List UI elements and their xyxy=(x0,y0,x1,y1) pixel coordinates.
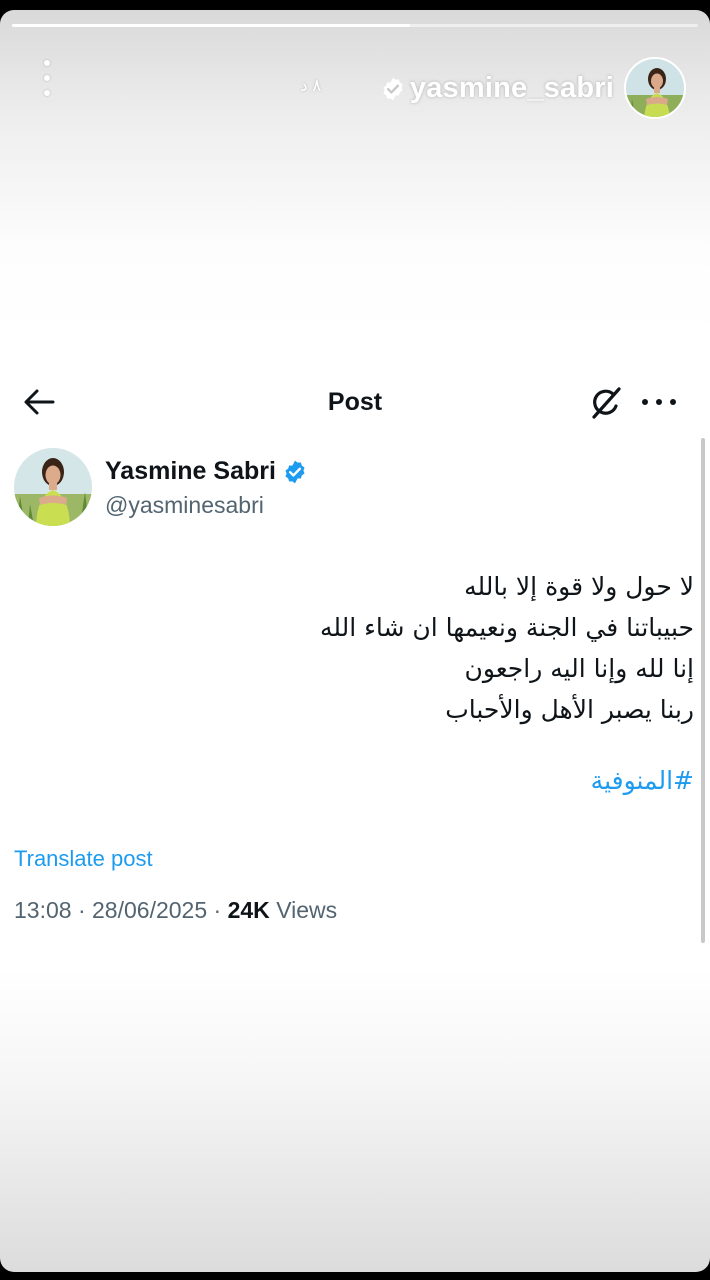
author-name-row[interactable]: Yasmine Sabri xyxy=(105,457,308,486)
story-progress-bar xyxy=(12,24,698,27)
story-time-ago: ٨ د xyxy=(300,76,322,95)
post-date: 28/06/2025 xyxy=(92,897,208,923)
post-text-line: حبيباتنا في الجنة ونعيمها ان شاء الله xyxy=(319,613,694,642)
author-avatar[interactable] xyxy=(14,448,92,526)
author-handle[interactable]: @yasminesabri xyxy=(105,492,264,519)
separator-dot: · xyxy=(77,897,93,923)
hashtag-link[interactable]: #المنوفية xyxy=(591,766,694,795)
story-username: yasmine_sabri xyxy=(409,72,614,104)
post-text: لا حول ولا قوة إلا بالله حبيباتنا في الج… xyxy=(94,566,694,730)
post-top-bar: Post xyxy=(0,370,710,434)
separator-dot: · xyxy=(213,897,228,923)
more-horizontal-icon[interactable] xyxy=(642,390,676,414)
story-avatar[interactable] xyxy=(624,57,686,119)
views-label: Views xyxy=(276,897,338,923)
post-text-line: لا حول ولا قوة إلا بالله xyxy=(464,572,694,601)
more-vertical-icon[interactable] xyxy=(36,60,58,96)
post-text-line: إنا لله وإنا اليه راجعون xyxy=(464,654,694,683)
views-count[interactable]: 24K xyxy=(228,897,270,923)
scrollbar[interactable] xyxy=(701,438,705,943)
verified-badge-icon xyxy=(282,459,308,485)
story-user[interactable]: yasmine_sabri xyxy=(380,72,614,105)
author-name: Yasmine Sabri xyxy=(105,457,276,485)
post-meta: 13:08 · 28/06/2025 · 24K Views xyxy=(14,897,337,924)
story-frame: ٨ د yasmine_sabri Post Yasmine Sabri @ya… xyxy=(0,10,710,1272)
post-text-line: ربنا يصبر الأهل والأحباب xyxy=(445,695,694,724)
story-progress-fill xyxy=(12,24,410,27)
grok-icon[interactable] xyxy=(588,386,624,420)
translate-post-link[interactable]: Translate post xyxy=(14,846,153,872)
verified-badge-icon xyxy=(380,76,406,102)
post-time: 13:08 xyxy=(14,897,72,923)
